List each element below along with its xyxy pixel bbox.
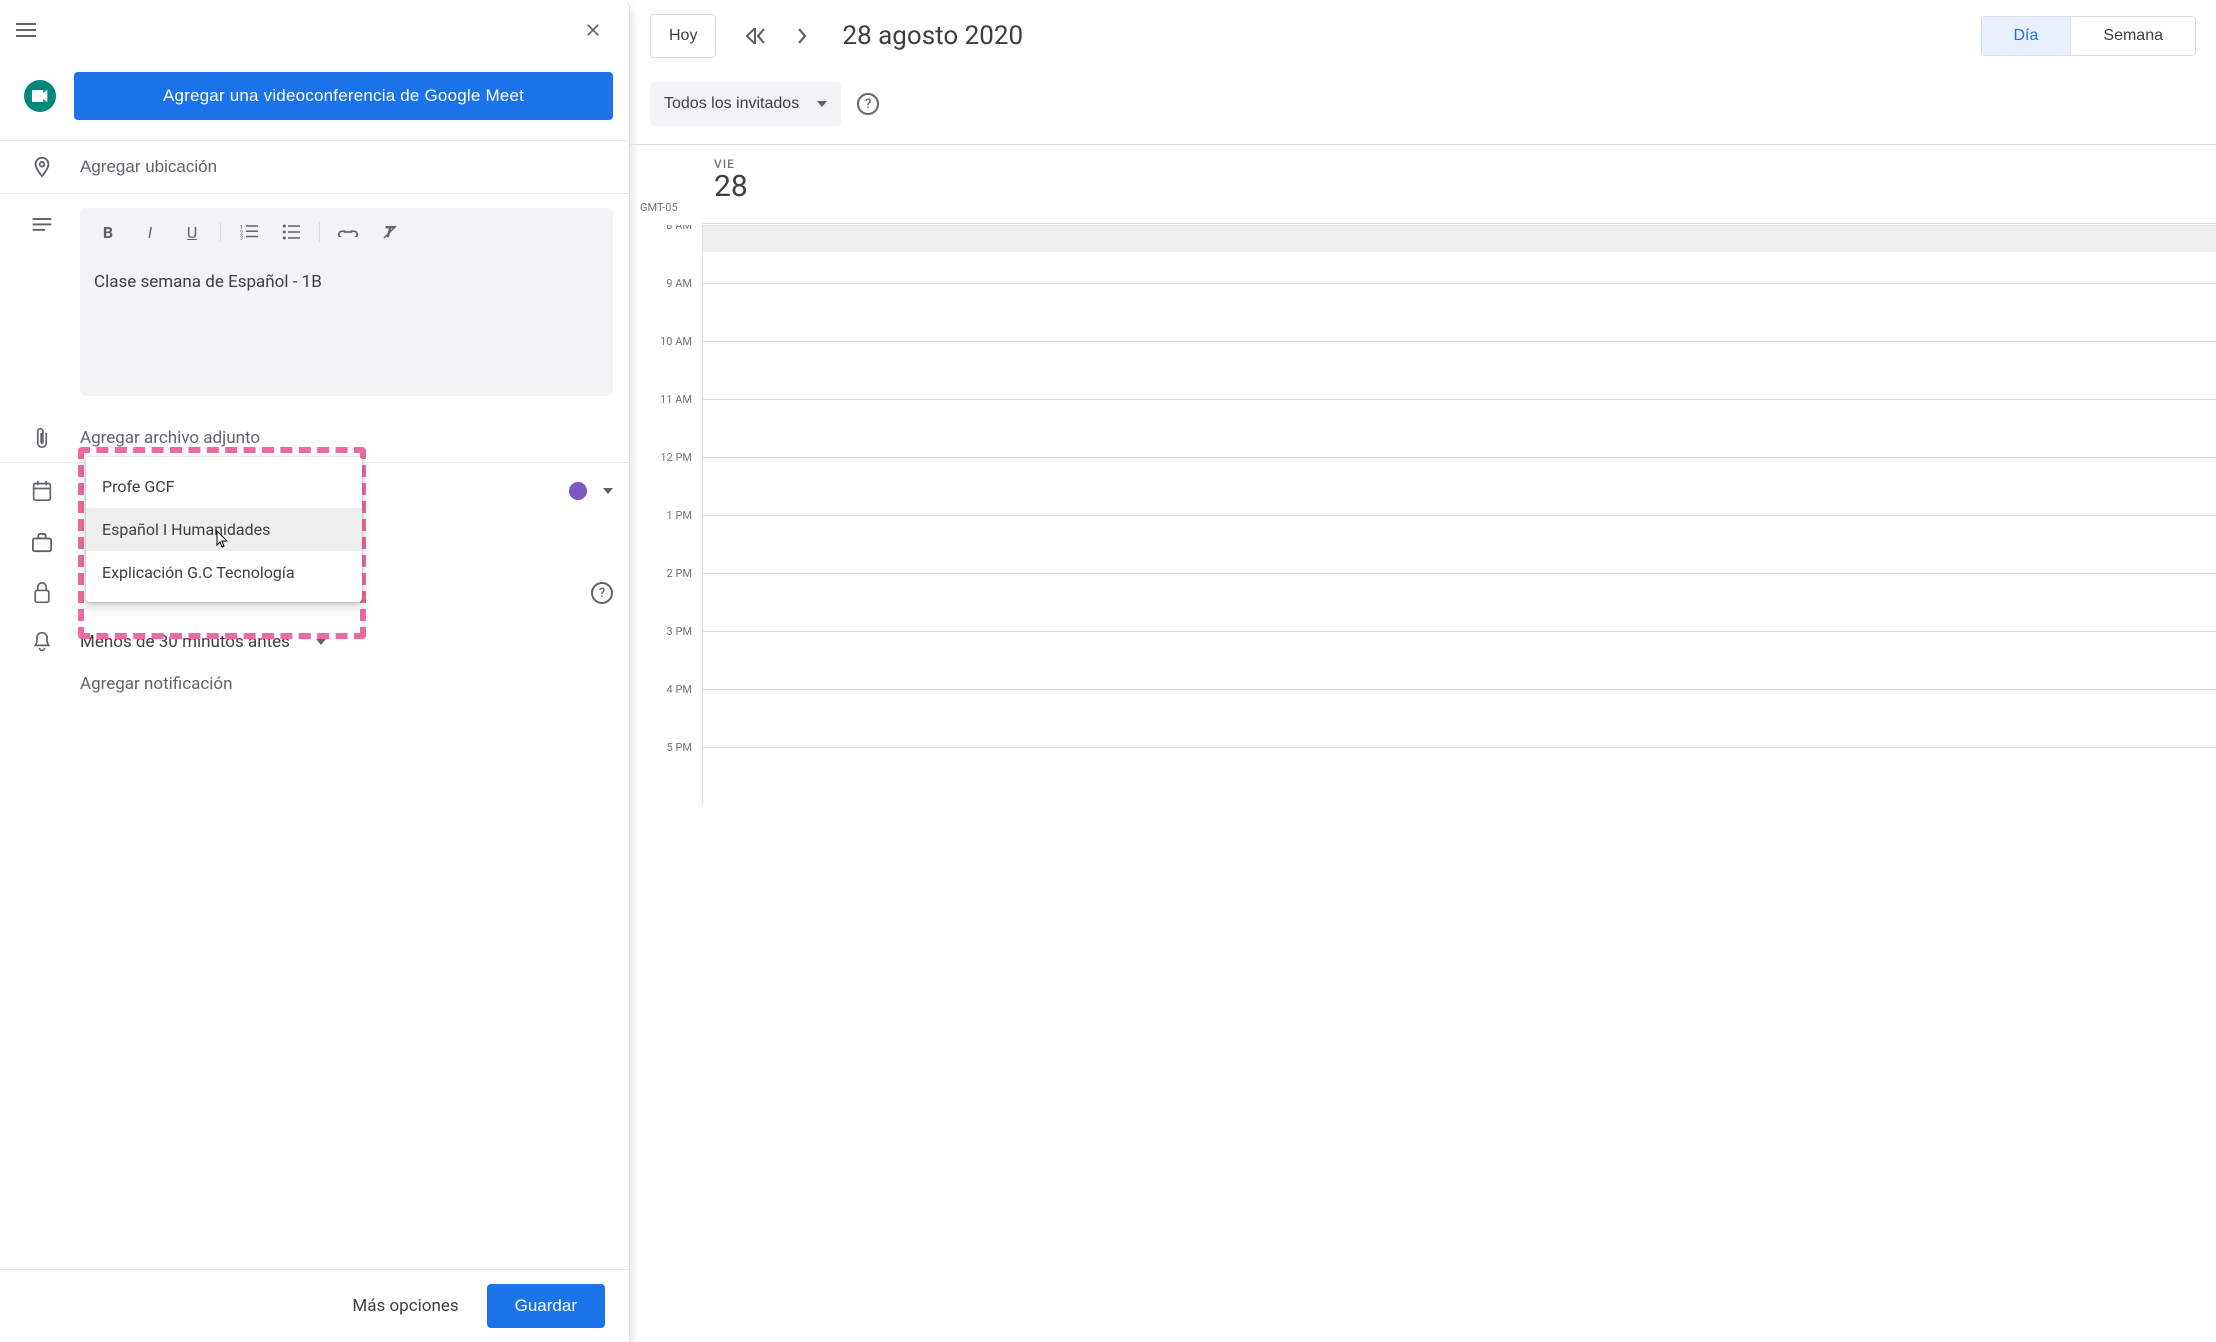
- calendar-option[interactable]: Explicación G.C Tecnología: [86, 551, 362, 594]
- calendar-dropdown: Profe GCF Español I Humanidades Explicac…: [86, 457, 362, 602]
- help-icon[interactable]: ?: [591, 582, 613, 604]
- description-textarea[interactable]: [80, 256, 613, 396]
- hour-label: 5 PM: [630, 741, 702, 799]
- hour-label: 11 AM: [630, 393, 702, 451]
- location-icon: [24, 156, 60, 178]
- format-toolbar: B I U 123: [80, 208, 613, 256]
- next-button[interactable]: [782, 16, 822, 56]
- attachment-icon: [24, 427, 60, 449]
- help-icon[interactable]: ?: [857, 93, 879, 115]
- chevron-down-icon[interactable]: [316, 639, 326, 645]
- add-google-meet-button[interactable]: Agregar una videoconferencia de Google M…: [74, 72, 613, 120]
- reminder-select[interactable]: Menos de 30 minutos antes: [80, 632, 290, 652]
- bell-icon: [24, 631, 60, 653]
- guest-filter-dropdown[interactable]: Todos los invitados: [650, 82, 841, 126]
- prev-button[interactable]: [736, 16, 776, 56]
- chevron-down-icon: [817, 101, 827, 107]
- view-toggle: Día Semana: [1981, 16, 2197, 56]
- today-button[interactable]: Hoy: [650, 14, 716, 58]
- calendar-icon: [24, 480, 60, 502]
- view-day-button[interactable]: Día: [1982, 17, 2071, 55]
- calendar-option[interactable]: Español I Humanidades: [86, 508, 362, 551]
- calendar-color-swatch[interactable]: [569, 482, 587, 500]
- view-week-button[interactable]: Semana: [2070, 17, 2195, 55]
- calendar-event-block[interactable]: [703, 226, 2216, 252]
- save-button[interactable]: Guardar: [487, 1284, 605, 1328]
- numbered-list-button[interactable]: 123: [229, 212, 269, 252]
- hour-label: 9 AM: [630, 277, 702, 335]
- clear-format-button[interactable]: [370, 212, 410, 252]
- timezone-label: GMT-05: [640, 201, 678, 214]
- add-notification-button[interactable]: Agregar notificación: [80, 674, 233, 694]
- calendar-title: 28 agosto 2020: [842, 21, 1960, 51]
- calendar-option[interactable]: Profe GCF: [86, 465, 362, 508]
- location-input[interactable]: [80, 149, 613, 185]
- close-button[interactable]: [573, 10, 613, 50]
- hour-label: 3 PM: [630, 625, 702, 683]
- menu-icon[interactable]: [16, 18, 40, 42]
- description-icon: [24, 208, 60, 232]
- bullet-list-button[interactable]: [271, 212, 311, 252]
- google-meet-icon: [24, 80, 56, 112]
- hour-label: 10 AM: [630, 335, 702, 393]
- event-editor-panel: Agregar una videoconferencia de Google M…: [0, 0, 630, 1342]
- link-button[interactable]: [328, 212, 368, 252]
- chevron-down-icon[interactable]: [603, 488, 613, 494]
- italic-button[interactable]: I: [130, 212, 170, 252]
- day-number: 28: [714, 169, 2216, 204]
- attach-file-button[interactable]: Agregar archivo adjunto: [80, 428, 260, 448]
- hour-label: 4 PM: [630, 683, 702, 741]
- bold-button[interactable]: B: [88, 212, 128, 252]
- svg-text:3: 3: [240, 236, 243, 241]
- more-options-button[interactable]: Más opciones: [344, 1286, 466, 1326]
- hour-label: 2 PM: [630, 567, 702, 625]
- lock-icon: [24, 582, 60, 604]
- hour-label: 12 PM: [630, 451, 702, 509]
- hour-label: 8 AM: [630, 225, 702, 277]
- briefcase-icon: [24, 533, 60, 553]
- hour-label: 1 PM: [630, 509, 702, 567]
- hour-grid[interactable]: 8 AM 9 AM 10 AM 11 AM 12 PM 1 PM 2 PM 3 …: [630, 225, 2216, 1342]
- underline-button[interactable]: U: [172, 212, 212, 252]
- calendar-panel: Hoy 28 agosto 2020 Día Semana Todos los …: [630, 0, 2216, 1342]
